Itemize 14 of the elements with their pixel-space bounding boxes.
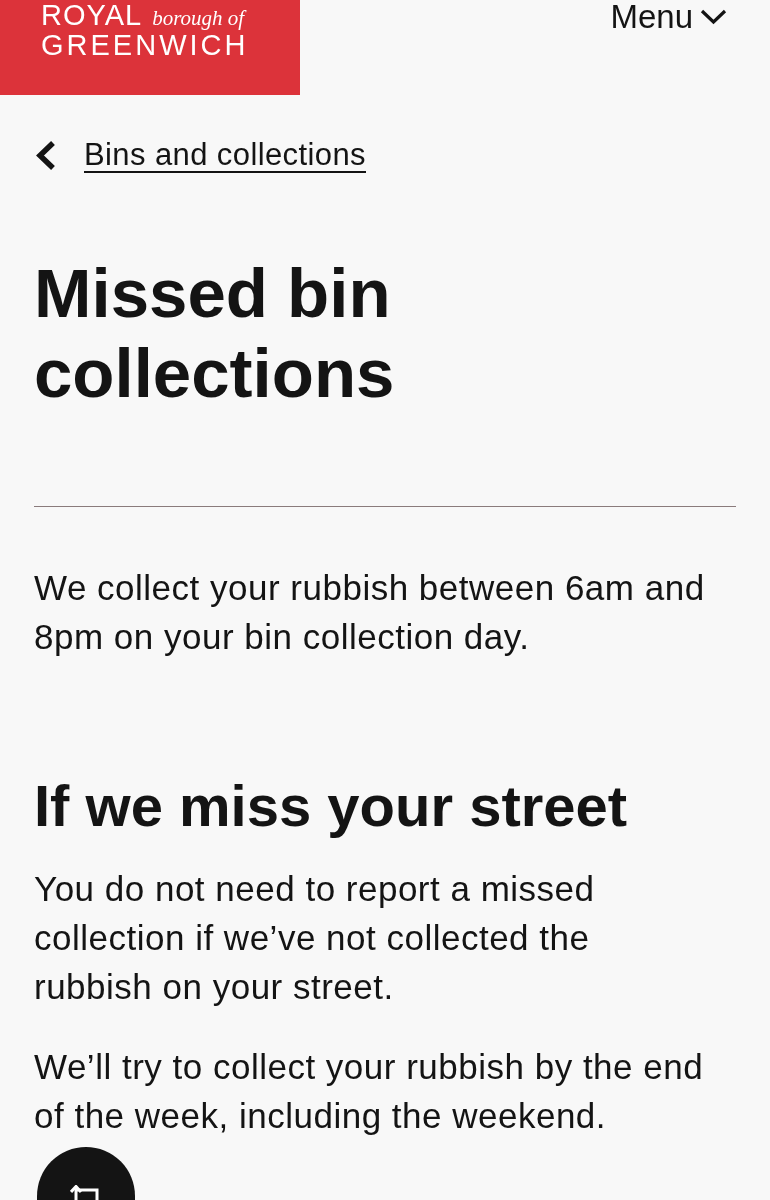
body-paragraph: We’ll try to collect your rubbish by the end of the week, including the weekend. <box>34 1046 705 1137</box>
section-heading: If we miss your street <box>34 773 629 839</box>
council-logo[interactable]: ROYAL borough of GREENWICH <box>0 0 300 95</box>
page-title: Missed bin collections <box>34 254 396 414</box>
arrow-loop-icon <box>70 1185 102 1200</box>
chevron-left-icon[interactable] <box>35 139 56 171</box>
logo-text: ROYAL <box>41 0 143 30</box>
intro-paragraph: We collect your rubbish between 6am and 8pm on your bin collection day. <box>34 567 706 658</box>
menu-button[interactable]: Menu <box>610 0 727 33</box>
body-paragraph: You do not need to report a missed collection if we’ve not collected the rubbish on your street. <box>34 868 596 1008</box>
chevron-down-icon <box>700 8 727 25</box>
breadcrumb-link[interactable]: Bins and collections <box>84 136 366 174</box>
logo-text: GREENWICH <box>41 30 250 60</box>
logo-text: borough of <box>152 6 245 31</box>
